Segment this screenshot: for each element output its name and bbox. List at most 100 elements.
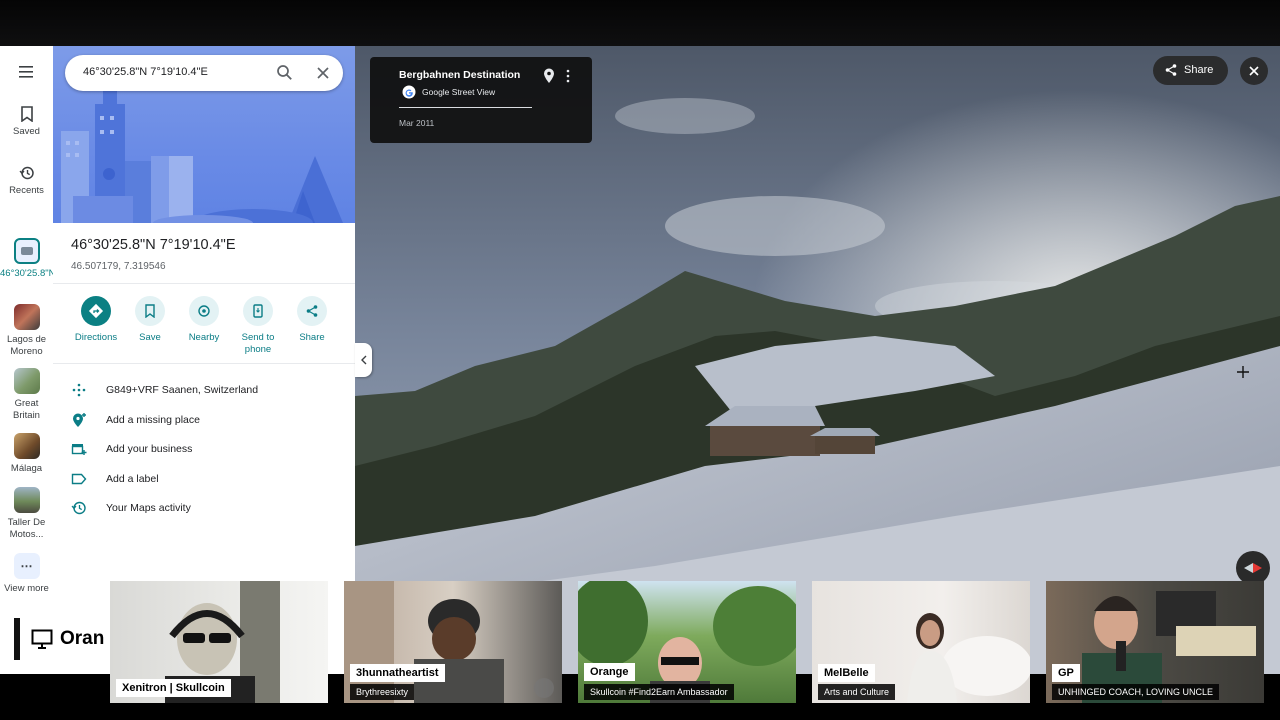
label-icon: [71, 473, 87, 485]
place-title: 46°30'25.8"N 7°19'10.4"E: [71, 237, 236, 253]
bookmark-icon: [145, 304, 155, 318]
participant-tile-xenitron[interactable]: Xenitron | Skullcoin: [110, 581, 328, 703]
participant-subtitle: Brythreesixty: [350, 684, 415, 700]
search-input[interactable]: 46°30'25.8"N 7°19'10.4"E: [83, 66, 208, 78]
send-to-phone-button[interactable]: Send to phone: [228, 296, 288, 356]
more-options-icon[interactable]: [564, 69, 572, 83]
plus-code-icon: [72, 383, 86, 397]
rail-item-current-pin[interactable]: 46°30'25.8"N...: [0, 238, 63, 280]
action-label: Nearby: [188, 332, 220, 343]
participant-subtitle: UNHINGED COACH, LOVING UNCLE: [1052, 684, 1220, 700]
plus-code-row[interactable]: G849+VRF Saanen, Switzerland: [69, 380, 349, 400]
info-label: Add a label: [106, 473, 159, 485]
participant-tile-melbelle[interactable]: MelBelle Arts and Culture: [812, 581, 1030, 703]
participant-tile-orange[interactable]: Orange Skullcoin #Find2Earn Ambassador: [578, 581, 796, 703]
move-cursor-icon: [1237, 366, 1249, 378]
info-label: Add a missing place: [106, 414, 200, 426]
compass-button[interactable]: [1236, 551, 1270, 585]
compass-icon: [1244, 563, 1262, 573]
share-icon: [306, 305, 318, 317]
monitor-icon: [31, 629, 53, 649]
street-view-share-button[interactable]: Share: [1153, 56, 1228, 85]
add-business-row[interactable]: Add your business: [69, 439, 349, 459]
pin-thumbnail: [13, 238, 40, 264]
clear-search-button[interactable]: [313, 63, 333, 83]
participant-name: Orange: [584, 663, 635, 681]
save-button[interactable]: Save: [120, 296, 180, 344]
label-bar: [14, 618, 20, 660]
add-missing-place-row[interactable]: Add a missing place: [69, 410, 349, 430]
rail-item-great-britain[interactable]: Great Britain: [0, 368, 53, 422]
participant-tile-3hunnatheartist[interactable]: 3hunnatheartist Brythreesixty: [344, 581, 562, 703]
capture-date[interactable]: Mar 2011: [399, 118, 434, 128]
rail-item-taller-de-motos[interactable]: Taller De Motos...: [0, 487, 53, 541]
add-label-row[interactable]: Add a label: [69, 469, 349, 489]
decimal-coordinates: 46.507179, 7.319546: [71, 261, 166, 272]
rail-item-malaga[interactable]: Málaga: [0, 433, 53, 475]
rail-item-label: Taller De Motos...: [7, 517, 46, 540]
hero-illustration: 46°30'25.8"N 7°19'10.4"E: [53, 46, 355, 223]
add-place-icon: [73, 413, 86, 427]
place-thumbnail: [13, 487, 40, 513]
street-view-info-card: Bergbahnen Destination Google Street Vie…: [370, 57, 592, 143]
rail-item-lagos-de-moreno[interactable]: Lagos de Moreno: [0, 304, 53, 358]
participant-subtitle: Arts and Culture: [818, 684, 896, 700]
google-logo-icon: [402, 85, 416, 99]
screen-label-text: Oran: [60, 628, 105, 649]
search-icon: [277, 65, 292, 80]
rail-item-label: Recents: [9, 185, 44, 196]
divider: [53, 283, 355, 284]
place-panel: 46°30'25.8"N 7°19'10.4"E 46°30'25.8"N 7°…: [53, 46, 355, 674]
phone-icon: [253, 304, 263, 318]
rail-item-recents[interactable]: Recents: [0, 165, 53, 197]
rail-item-label: Saved: [13, 126, 40, 137]
chevron-left-icon: [360, 355, 366, 365]
rail-item-label: Lagos de Moreno: [6, 334, 47, 357]
close-icon: [1249, 66, 1259, 76]
share-label: Share: [1184, 64, 1214, 76]
search-button[interactable]: [275, 63, 295, 83]
info-label: Add your business: [106, 443, 193, 455]
street-view-brand: Google Street View: [422, 87, 496, 97]
bookmark-icon: [20, 106, 33, 122]
rail-item-label: View more: [4, 583, 49, 594]
place-thumbnail: [13, 368, 40, 394]
more-icon: ⋯: [13, 553, 40, 579]
participant-tile-gp[interactable]: GP UNHINGED COACH, LOVING UNCLE: [1046, 581, 1264, 703]
street-view-title: Bergbahnen Destination: [399, 69, 521, 81]
divider: [53, 363, 355, 364]
participant-name: 3hunnatheartist: [350, 664, 445, 682]
menu-button[interactable]: [0, 65, 53, 83]
location-pin-icon[interactable]: [543, 68, 555, 84]
rail-item-label: Málaga: [10, 463, 43, 474]
action-label: Save: [139, 332, 161, 343]
place-thumbnail: [13, 433, 40, 459]
history-icon: [18, 166, 34, 180]
place-thumbnail: [13, 304, 40, 330]
close-icon: [317, 67, 329, 79]
history-icon: [71, 501, 86, 515]
menu-icon: [18, 66, 33, 78]
directions-button[interactable]: Directions: [66, 296, 126, 344]
info-label: Your Maps activity: [106, 502, 191, 514]
business-icon: [71, 444, 87, 455]
participant-subtitle: Skullcoin #Find2Earn Ambassador: [584, 684, 734, 700]
rail-item-view-more[interactable]: ⋯ View more: [0, 553, 53, 595]
divider: [399, 107, 532, 108]
collapse-panel-button[interactable]: [355, 343, 372, 377]
participant-name: GP: [1052, 664, 1080, 682]
maps-activity-row[interactable]: Your Maps activity: [69, 498, 349, 518]
directions-icon: [88, 303, 104, 319]
left-rail: Saved Recents 46°30'25.8"N... Lagos de M…: [0, 46, 63, 674]
share-icon: [1165, 64, 1177, 76]
screen-share-label: Oran: [14, 618, 114, 660]
info-label: G849+VRF Saanen, Switzerland: [106, 384, 259, 396]
rail-item-saved[interactable]: Saved: [0, 106, 53, 138]
nearby-button[interactable]: Nearby: [174, 296, 234, 344]
action-label: Send to phone: [241, 332, 275, 355]
nearby-icon: [198, 305, 210, 317]
search-box[interactable]: 46°30'25.8"N 7°19'10.4"E: [65, 55, 343, 91]
close-street-view-button[interactable]: [1240, 57, 1268, 85]
share-place-button[interactable]: Share: [282, 296, 342, 344]
top-black-band: [0, 0, 1280, 46]
